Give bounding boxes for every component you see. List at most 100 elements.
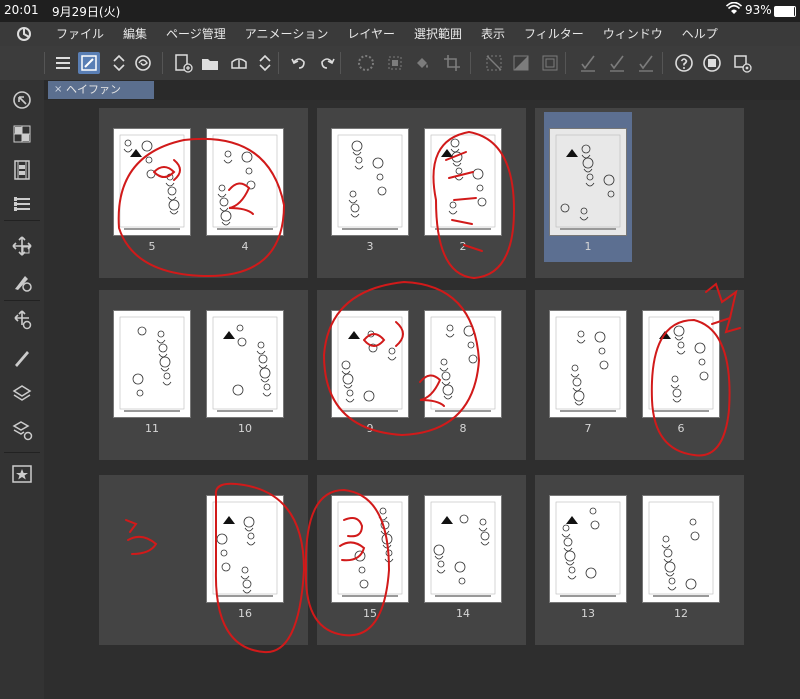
checkmark-pen-icon[interactable] <box>635 52 657 74</box>
hamburger-menu-icon[interactable] <box>52 52 74 74</box>
move-settings-icon[interactable] <box>10 308 34 332</box>
page-spread[interactable]: 32 <box>317 108 526 278</box>
page-thumbnail[interactable] <box>549 310 627 418</box>
menu-item[interactable]: レイヤー <box>347 22 395 46</box>
open-folder-icon[interactable] <box>199 52 221 74</box>
toolbar <box>0 46 800 81</box>
page-spread[interactable]: 16 <box>99 475 308 645</box>
page-number: 16 <box>238 607 252 620</box>
up-down-arrows-icon[interactable] <box>254 52 276 74</box>
menu-item[interactable]: ファイル <box>56 22 104 46</box>
page-spread[interactable]: 13 12 <box>535 475 744 645</box>
redo-icon[interactable] <box>316 52 338 74</box>
page-number: 9 <box>366 422 374 435</box>
fill-icon[interactable] <box>411 52 433 74</box>
menu-item[interactable]: ウィンドウ <box>603 22 663 46</box>
toolbar-separator <box>340 52 341 74</box>
swirl-icon[interactable] <box>132 52 154 74</box>
layers-settings-icon[interactable] <box>10 418 34 442</box>
checkmark-pen-icon[interactable] <box>577 52 599 74</box>
document-tab[interactable]: × ヘイファン <box>48 81 154 99</box>
page-number: 8 <box>459 422 467 435</box>
panel-separator <box>4 220 40 221</box>
page-number: 3 <box>366 240 374 253</box>
menu-item[interactable]: 編集 <box>123 22 147 46</box>
page-thumbnail[interactable] <box>331 495 409 603</box>
page-thumbnail[interactable] <box>206 495 284 603</box>
page-thumbnail[interactable] <box>424 128 502 236</box>
list-icon[interactable] <box>10 192 34 216</box>
menu-item[interactable]: ヘルプ <box>682 22 718 46</box>
page-number: 12 <box>674 607 688 620</box>
toolbar-separator <box>278 52 279 74</box>
page-thumbnail[interactable] <box>113 310 191 418</box>
grid-icon[interactable] <box>10 122 34 146</box>
page-number: 5 <box>148 240 156 253</box>
status-time: 20:01 <box>4 3 39 17</box>
page-thumbnail[interactable] <box>206 310 284 418</box>
page-spread[interactable]: 11 10 <box>99 290 308 460</box>
page-number: 4 <box>241 240 249 253</box>
page-manager-canvas: 5 4 3 2 1 11 10 9 8 7 6 16 15 14 13 12 <box>44 100 800 699</box>
page-number: 14 <box>456 607 470 620</box>
crop-icon[interactable] <box>441 52 463 74</box>
brush-target-icon[interactable] <box>10 270 34 294</box>
loading-spinner-icon[interactable] <box>355 52 377 74</box>
page-thumbnail[interactable] <box>206 128 284 236</box>
edit-page-icon[interactable] <box>78 52 100 74</box>
page-spread[interactable]: 98 <box>317 290 526 460</box>
deselect-icon[interactable] <box>483 52 505 74</box>
page-thumbnail[interactable] <box>642 310 720 418</box>
page-thumbnail[interactable] <box>331 310 409 418</box>
new-page-icon[interactable] <box>172 52 194 74</box>
layers-icon[interactable] <box>10 382 34 406</box>
tab-bar: × ヘイファン <box>44 80 800 100</box>
page-thumbnail[interactable] <box>549 495 627 603</box>
status-bar: 20:01 9月29日(火) 93% <box>0 0 800 22</box>
page-thumbnail[interactable] <box>113 128 191 236</box>
wifi-icon <box>725 1 743 19</box>
toolbar-separator <box>162 52 163 74</box>
close-tab-icon[interactable]: × <box>54 81 62 99</box>
record-icon[interactable] <box>701 52 723 74</box>
page-number: 2 <box>459 240 467 253</box>
page-number: 7 <box>584 422 592 435</box>
page-thumbnail[interactable] <box>549 128 627 236</box>
page-thumbnail[interactable] <box>642 495 720 603</box>
page-spread[interactable]: 1 <box>535 108 744 278</box>
page-number: 15 <box>363 607 377 620</box>
page-thumbnail[interactable] <box>424 310 502 418</box>
app-logo-icon[interactable] <box>15 25 33 43</box>
menu-item[interactable]: アニメーション <box>245 22 329 46</box>
menu-item[interactable]: 表示 <box>481 22 505 46</box>
undo-icon[interactable] <box>288 52 310 74</box>
menu-item[interactable]: ページ管理 <box>166 22 226 46</box>
selection-box-icon[interactable] <box>539 52 561 74</box>
help-icon[interactable] <box>673 52 695 74</box>
page-spread[interactable]: 54 <box>99 108 308 278</box>
move-icon[interactable] <box>10 234 34 258</box>
left-panel <box>0 80 44 699</box>
save-cloud-icon[interactable] <box>228 52 250 74</box>
up-down-arrows-icon[interactable] <box>108 52 130 74</box>
transform-icon[interactable] <box>384 52 406 74</box>
invert-selection-icon[interactable] <box>510 52 532 74</box>
menu-item[interactable]: 選択範囲 <box>414 22 462 46</box>
battery-percent: 93% <box>745 3 772 17</box>
film-icon[interactable] <box>10 158 34 182</box>
navigator-icon[interactable] <box>10 88 34 112</box>
settings-icon[interactable] <box>731 52 753 74</box>
menu-bar: ファイル 編集 ページ管理 アニメーション レイヤー 選択範囲 表示 フィルター ウィンドウ ヘル… <box>0 22 800 46</box>
menu-item[interactable]: フィルター <box>524 22 584 46</box>
checkmark-pen-icon[interactable] <box>606 52 628 74</box>
panel-separator <box>4 452 40 453</box>
page-spread[interactable]: 15 14 <box>317 475 526 645</box>
page-thumbnail[interactable] <box>331 128 409 236</box>
page-number: 10 <box>238 422 252 435</box>
battery-icon <box>774 6 796 17</box>
page-spread[interactable]: 76 <box>535 290 744 460</box>
pen-icon[interactable] <box>10 346 34 370</box>
page-thumbnail[interactable] <box>424 495 502 603</box>
star-icon[interactable] <box>10 462 34 486</box>
status-date: 9月29日(火) <box>52 5 121 19</box>
